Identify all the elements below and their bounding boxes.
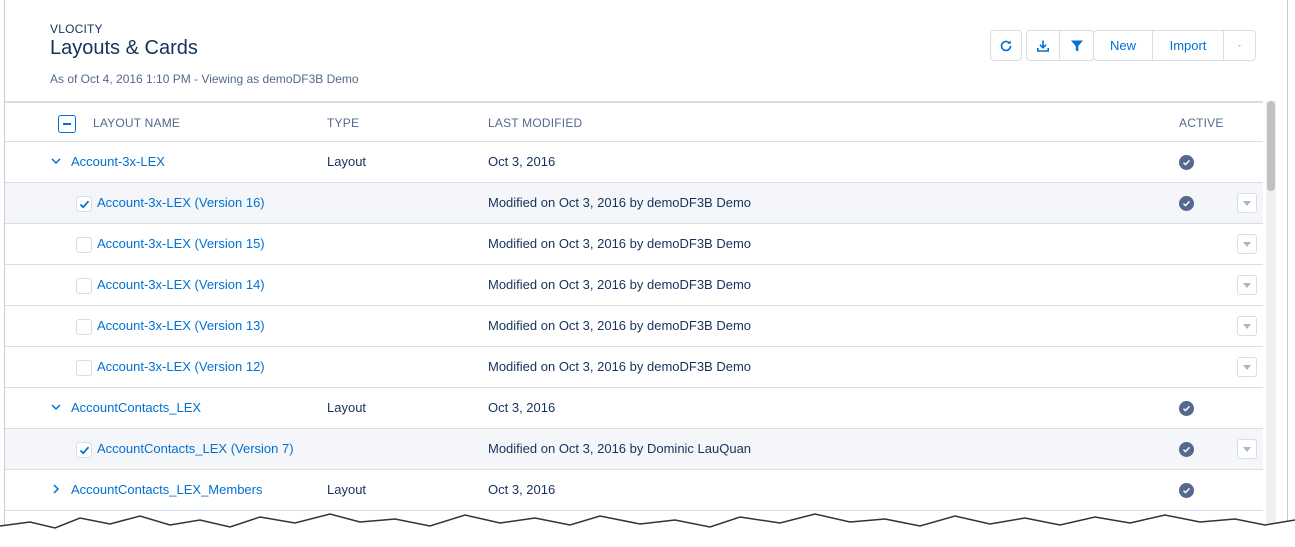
active-check-icon [1179, 442, 1194, 457]
last-modified: Modified on Oct 3, 2016 by demoDF3B Demo [488, 195, 752, 210]
row-actions-dropdown[interactable] [1237, 193, 1257, 213]
layout-row[interactable]: Account-3x-LEX Layout Oct 3, 2016 [5, 142, 1263, 183]
page-meta: As of Oct 4, 2016 1:10 PM - Viewing as d… [50, 72, 359, 86]
import-button[interactable]: Import [1153, 30, 1224, 61]
version-name-link[interactable]: Account-3x-LEX (Version 16) [97, 195, 265, 210]
layout-row[interactable]: AccountContacts_LEX_Members Layout Oct 3, … [5, 470, 1263, 511]
layout-type: Layout [327, 154, 367, 169]
version-checkbox[interactable] [76, 278, 92, 294]
row-actions-dropdown[interactable] [1237, 316, 1257, 336]
download-icon [1037, 40, 1049, 52]
version-checkbox[interactable] [76, 196, 92, 212]
column-header-active[interactable]: ACTIVE [1179, 116, 1224, 130]
row-actions-dropdown[interactable] [1237, 275, 1257, 295]
app-frame: VLOCITY Layouts & Cards As of Oct 4, 201… [4, 0, 1288, 547]
version-checkbox[interactable] [76, 319, 92, 335]
version-row[interactable]: AccountContacts_LEX (Version 7) Modified … [5, 429, 1263, 470]
chevron-down-icon[interactable] [49, 154, 63, 168]
last-modified: Oct 3, 2016 [488, 482, 556, 497]
version-row[interactable]: Account-3x-LEX (Version 16) Modified on O… [5, 183, 1263, 224]
row-actions-dropdown[interactable] [1237, 357, 1257, 377]
layout-type: Layout [327, 400, 367, 415]
scrollbar-thumb[interactable] [1267, 101, 1275, 191]
layout-name-link[interactable]: AccountContacts_LEX [71, 400, 201, 415]
new-button[interactable]: New [1093, 30, 1153, 61]
filter-button[interactable] [1060, 30, 1094, 61]
last-modified: Modified on Oct 3, 2016 by demoDF3B Demo [488, 318, 752, 333]
active-check-icon [1179, 155, 1194, 170]
active-check-icon [1179, 196, 1194, 211]
version-checkbox[interactable] [76, 237, 92, 253]
page-header: VLOCITY Layouts & Cards As of Oct 4, 201… [5, 0, 1287, 101]
version-row[interactable]: Account-3x-LEX (Version 13) Modified on O… [5, 306, 1263, 347]
last-modified: Modified on Oct 3, 2016 by demoDF3B Demo [488, 359, 752, 374]
version-name-link[interactable]: Account-3x-LEX (Version 12) [97, 359, 265, 374]
refresh-button[interactable] [990, 30, 1022, 61]
last-modified: Oct 3, 2016 [488, 154, 556, 169]
table-header: LAYOUT NAME TYPE LAST MODIFIED ACTIVE [5, 103, 1263, 142]
version-checkbox[interactable] [76, 360, 92, 376]
version-name-link[interactable]: AccountContacts_LEX (Version 7) [97, 441, 294, 456]
last-modified: Oct 3, 2016 [488, 400, 556, 415]
layouts-table: LAYOUT NAME TYPE LAST MODIFIED ACTIVE Ac… [5, 101, 1263, 511]
layout-name-link[interactable]: Account-3x-LEX [71, 154, 165, 169]
active-check-icon [1179, 483, 1194, 498]
last-modified: Modified on Oct 3, 2016 by demoDF3B Demo [488, 236, 752, 251]
download-button[interactable] [1026, 30, 1060, 61]
chevron-right-icon[interactable] [49, 482, 63, 496]
column-header-last-modified[interactable]: LAST MODIFIED [488, 116, 582, 130]
version-row[interactable]: Account-3x-LEX (Version 14) Modified on O… [5, 265, 1263, 306]
select-all-checkbox[interactable] [58, 115, 76, 133]
table-body: Account-3x-LEX Layout Oct 3, 2016 Account-3… [5, 142, 1263, 511]
layout-row[interactable]: AccountContacts_LEX Layout Oct 3, 2016 [5, 388, 1263, 429]
refresh-icon [1000, 40, 1012, 51]
version-name-link[interactable]: Account-3x-LEX (Version 13) [97, 318, 265, 333]
filter-icon [1070, 40, 1083, 51]
last-modified: Modified on Oct 3, 2016 by Dominic LauQu… [488, 441, 752, 456]
torn-edge-decoration [0, 513, 1295, 547]
row-actions-dropdown[interactable] [1237, 439, 1257, 459]
layout-type: Layout [327, 482, 367, 497]
version-row[interactable]: Account-3x-LEX (Version 15) Modified on O… [5, 224, 1263, 265]
version-checkbox[interactable] [76, 442, 92, 458]
version-row[interactable]: Account-3x-LEX (Version 12) Modified on O… [5, 347, 1263, 388]
object-label: VLOCITY [50, 22, 103, 36]
version-name-link[interactable]: Account-3x-LEX (Version 15) [97, 236, 265, 251]
vertical-scrollbar[interactable] [1266, 101, 1276, 547]
toolbar-icon-group [1026, 30, 1094, 61]
active-check-icon [1179, 401, 1194, 416]
column-header-name[interactable]: LAYOUT NAME [93, 116, 180, 130]
layout-name-link[interactable]: AccountContacts_LEX_Members [71, 482, 262, 497]
row-actions-dropdown[interactable] [1237, 234, 1257, 254]
checkmark-icon [79, 200, 90, 209]
checkmark-icon [79, 446, 90, 455]
chevron-down-icon[interactable] [49, 400, 63, 414]
page-title: Layouts & Cards [50, 37, 198, 59]
last-modified: Modified on Oct 3, 2016 by demoDF3B Demo [488, 277, 752, 292]
toolbar-action-group: New Import [1093, 30, 1256, 61]
version-name-link[interactable]: Account-3x-LEX (Version 14) [97, 277, 265, 292]
more-actions-button[interactable] [1224, 30, 1256, 61]
column-header-type[interactable]: TYPE [327, 116, 359, 130]
chevron-down-icon [1238, 44, 1241, 47]
